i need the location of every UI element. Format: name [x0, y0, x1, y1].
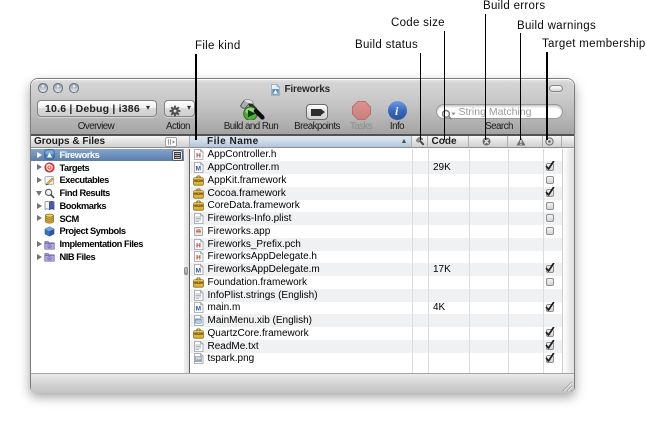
svg-text:H: H	[196, 153, 201, 160]
svg-text:M: M	[195, 268, 200, 275]
svg-text:M: M	[195, 306, 200, 313]
svg-text:H: H	[196, 242, 201, 249]
svg-text:H: H	[196, 255, 201, 262]
svg-text:M: M	[195, 166, 200, 173]
